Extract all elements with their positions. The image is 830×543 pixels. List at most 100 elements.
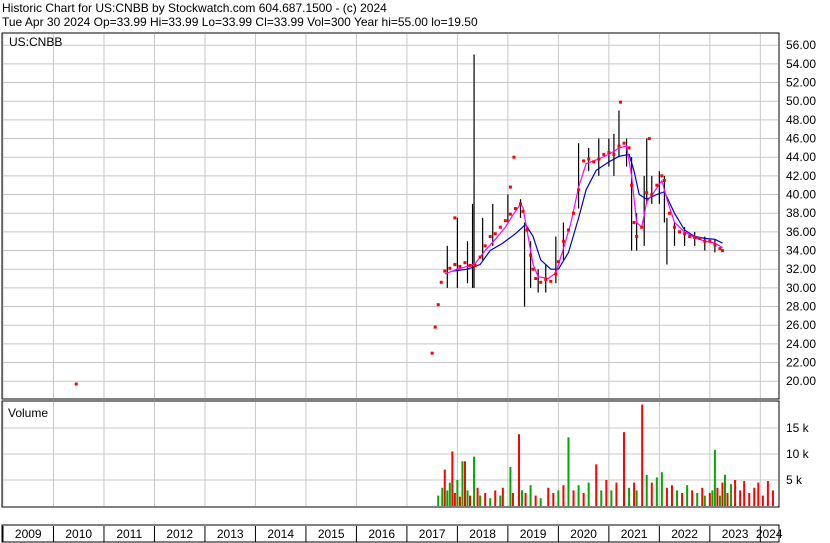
price-tick-label: 20.00 <box>786 374 816 388</box>
price-tick-label: 32.00 <box>786 262 816 276</box>
close-dot <box>582 159 586 163</box>
close-dot <box>463 261 467 265</box>
volume-bar <box>748 493 751 506</box>
price-tick-label: 34.00 <box>786 244 816 258</box>
volume-bar <box>718 495 721 506</box>
year-tick-label: 2016 <box>368 527 395 541</box>
close-dot <box>698 236 702 240</box>
close-dot <box>645 191 649 195</box>
close-dot <box>430 351 434 355</box>
close-dot <box>74 382 78 386</box>
close-dot <box>498 225 502 229</box>
volume-bar <box>623 432 626 506</box>
close-dot <box>667 211 671 215</box>
volume-bar <box>572 490 575 506</box>
year-tick-label: 2009 <box>15 527 42 541</box>
volume-bar <box>716 487 719 506</box>
close-dot <box>720 249 724 253</box>
volume-bar <box>726 493 729 506</box>
price-tick-label: 36.00 <box>786 225 816 239</box>
volume-title: Volume <box>8 406 48 420</box>
volume-bar <box>633 482 636 506</box>
close-dot <box>478 255 482 259</box>
volume-bar <box>577 485 580 506</box>
volume-bar <box>473 456 476 506</box>
close-dot <box>521 209 525 213</box>
price-tick-label: 28.00 <box>786 300 816 314</box>
volume-bar <box>696 493 699 506</box>
volume-bar <box>711 490 714 506</box>
volume-bar <box>582 493 585 506</box>
volume-axis-labels: 15 k 10 k 5 k <box>786 421 810 487</box>
close-dot <box>513 207 517 211</box>
close-dot <box>612 152 616 156</box>
volume-bar <box>701 487 704 506</box>
volume-bar <box>567 437 570 506</box>
close-dot <box>544 277 548 281</box>
symbol-label: US:CNBB <box>9 35 62 49</box>
close-dot <box>708 239 712 243</box>
close-dot <box>672 225 676 229</box>
volume-bar <box>501 487 504 506</box>
volume-bar <box>466 490 469 506</box>
volume-bars <box>437 404 774 506</box>
volume-bar <box>441 487 444 506</box>
price-tick-label: 54.00 <box>786 57 816 71</box>
close-dot <box>439 280 443 284</box>
close-dot <box>617 144 621 148</box>
close-dot <box>597 157 601 161</box>
short-moving-average-line <box>444 145 723 280</box>
price-tick-label: 46.00 <box>786 132 816 146</box>
price-tick-label: 40.00 <box>786 188 816 202</box>
volume-bar <box>595 464 598 506</box>
close-dot <box>539 280 543 284</box>
close-dot <box>678 230 682 234</box>
year-tick-label: 2017 <box>419 527 446 541</box>
close-dot <box>592 160 596 164</box>
year-tick-label: 2015 <box>318 527 345 541</box>
year-tick-label: 2010 <box>65 527 92 541</box>
volume-bar <box>443 469 446 506</box>
volume-bar <box>753 487 756 506</box>
close-dot <box>561 239 565 243</box>
close-dot <box>483 244 487 248</box>
close-dot <box>566 228 570 232</box>
volume-bar <box>743 481 746 506</box>
volume-bar <box>562 485 565 506</box>
volume-bar <box>456 480 459 506</box>
year-tick-label: 2023 <box>722 527 749 541</box>
volume-bar <box>676 490 679 506</box>
year-tick-label: 2019 <box>520 527 547 541</box>
close-dot <box>683 232 687 236</box>
volume-bar <box>660 472 663 506</box>
year-tick-label: 2013 <box>217 527 244 541</box>
price-axis-labels: 56.00 54.00 52.00 50.00 48.00 46.00 44.00 42.00… <box>786 38 816 388</box>
volume-bar <box>517 434 520 506</box>
volume-bar <box>645 474 648 506</box>
close-dot <box>433 325 437 329</box>
close-dot <box>519 202 523 206</box>
volume-bar <box>665 487 668 506</box>
volume-bar <box>529 485 532 506</box>
close-dot <box>688 235 692 239</box>
volume-bar <box>670 485 673 506</box>
volume-bar <box>509 467 512 506</box>
volume-bar <box>547 487 550 506</box>
close-dot <box>468 263 472 267</box>
close-dot <box>508 212 512 216</box>
year-axis-labels: 2009 2010 2011 2012 2013 2014 2015 2016 2017 2018… <box>2 526 783 542</box>
volume-bar <box>479 495 482 506</box>
close-dot <box>693 235 697 239</box>
volume-tick-label: 10 k <box>786 447 810 461</box>
volume-bar <box>448 482 451 506</box>
close-dot <box>556 260 560 264</box>
close-dot <box>512 155 516 159</box>
volume-bar <box>521 490 524 506</box>
price-tick-label: 56.00 <box>786 38 816 52</box>
volume-bar <box>451 451 454 506</box>
volume-bar <box>739 490 742 506</box>
volume-bar <box>655 477 658 506</box>
volume-bar <box>484 493 487 506</box>
volume-bar <box>761 495 764 506</box>
year-tick-label: 2020 <box>570 527 597 541</box>
